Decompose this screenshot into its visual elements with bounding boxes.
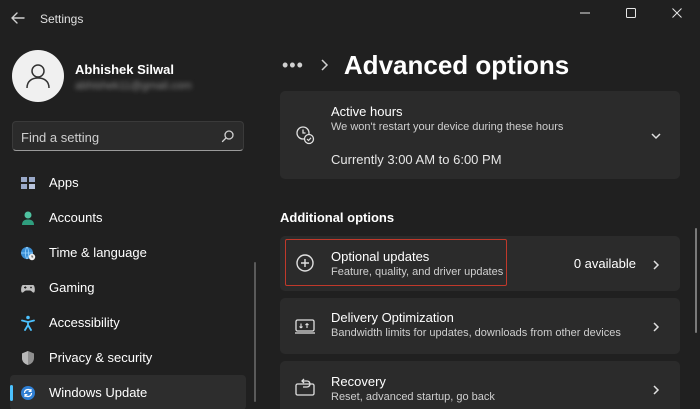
active-hours-current: Currently 3:00 AM to 6:00 PM (331, 152, 502, 167)
recovery-card[interactable]: Recovery Reset, advanced startup, go bac… (280, 361, 680, 409)
sidebar-item-label: Accounts (49, 210, 103, 225)
sidebar-item-accessibility[interactable]: Accessibility (10, 305, 246, 340)
sidebar-item-time-language[interactable]: Time & language (10, 235, 246, 270)
delivery-optimization-card[interactable]: Delivery Optimization Bandwidth limits f… (280, 298, 680, 354)
minimize-icon (580, 12, 590, 14)
delivery-optimization-title: Delivery Optimization (331, 310, 454, 325)
sidebar-nav: Apps Accounts Time & language Gaming Acc… (10, 165, 246, 409)
sidebar-item-gaming[interactable]: Gaming (10, 270, 246, 305)
maximize-button[interactable] (608, 0, 654, 26)
chevron-right-icon (318, 58, 330, 72)
gamepad-icon (20, 280, 36, 296)
sidebar-scrollbar[interactable] (254, 262, 256, 402)
optional-updates-card[interactable]: Optional updates Feature, quality, and d… (280, 236, 680, 291)
breadcrumb: ••• Advanced options (282, 48, 569, 82)
recovery-subtitle: Reset, advanced startup, go back (331, 391, 495, 403)
breadcrumb-more-button[interactable]: ••• (282, 55, 304, 76)
main-content: ••• Advanced options Active hours We won… (280, 34, 700, 409)
page-title: Advanced options (343, 49, 570, 80)
sidebar-item-label: Apps (49, 175, 79, 190)
delivery-icon (294, 315, 316, 337)
sidebar-item-label: Accessibility (49, 315, 120, 330)
window-title: Settings (40, 12, 84, 26)
recovery-title: Recovery (331, 374, 386, 389)
sidebar-item-privacy-security[interactable]: Privacy & security (10, 340, 246, 375)
close-button[interactable] (654, 0, 700, 26)
sidebar-item-label: Privacy & security (49, 350, 153, 365)
accessibility-icon (20, 315, 36, 331)
window-controls (562, 0, 700, 26)
sidebar-item-label: Gaming (49, 280, 95, 295)
active-hours-title: Active hours (331, 104, 403, 119)
sidebar-item-accounts[interactable]: Accounts (10, 200, 246, 235)
apps-icon (20, 175, 36, 191)
title-bar: Settings (0, 0, 700, 34)
maximize-icon (626, 8, 636, 18)
sidebar-item-windows-update[interactable]: Windows Update (10, 375, 246, 409)
section-title: Additional options (280, 210, 395, 225)
shield-icon (20, 350, 36, 366)
active-hours-card[interactable]: Active hours We won't restart your devic… (280, 91, 680, 179)
search-box[interactable] (12, 121, 244, 151)
chevron-right-icon (650, 383, 662, 395)
plus-circle-icon (294, 252, 316, 274)
optional-updates-count: 0 available (573, 256, 636, 271)
search-icon[interactable] (221, 129, 235, 143)
sidebar-item-label: Time & language (49, 245, 147, 260)
active-hours-icon (294, 124, 316, 146)
chevron-down-icon[interactable] (650, 129, 662, 141)
user-name: Abhishek Silwal (75, 62, 174, 77)
chevron-right-icon (650, 320, 662, 332)
update-icon (20, 385, 36, 401)
minimize-button[interactable] (562, 0, 608, 26)
optional-updates-title: Optional updates (331, 249, 430, 264)
accounts-icon (20, 210, 36, 226)
globe-clock-icon (20, 245, 36, 261)
avatar[interactable] (12, 50, 64, 102)
search-input[interactable] (21, 128, 211, 146)
sidebar-item-apps[interactable]: Apps (10, 165, 246, 200)
user-icon (26, 64, 50, 89)
user-email: abhishek11@gmail.com (75, 80, 192, 92)
sidebar: Abhishek Silwal abhishek11@gmail.com App… (0, 34, 260, 409)
optional-updates-subtitle: Feature, quality, and driver updates (331, 266, 504, 278)
delivery-optimization-subtitle: Bandwidth limits for updates, downloads … (331, 327, 621, 339)
sidebar-item-label: Windows Update (49, 385, 148, 400)
main-scrollbar[interactable] (695, 228, 697, 333)
recovery-icon (294, 377, 316, 399)
back-arrow-icon[interactable] (8, 8, 28, 28)
active-hours-subtitle: We won't restart your device during thes… (331, 121, 564, 133)
chevron-right-icon (650, 258, 662, 270)
close-icon (672, 8, 682, 18)
